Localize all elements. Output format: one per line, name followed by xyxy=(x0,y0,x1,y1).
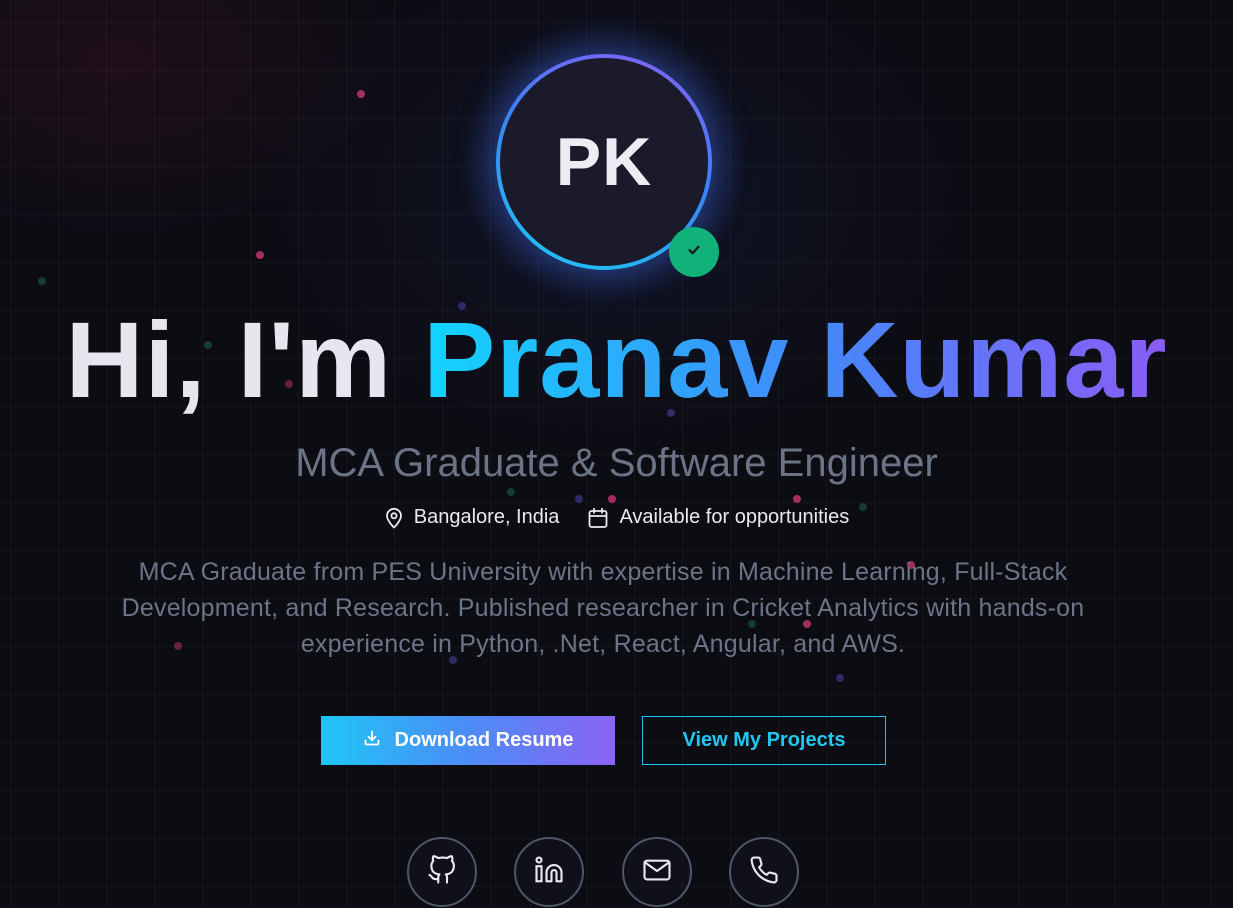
availability-text: Available for opportunities xyxy=(619,506,850,528)
particle-dot xyxy=(793,495,801,503)
verified-badge xyxy=(669,227,719,277)
check-icon xyxy=(687,243,701,262)
availability-info: Available for opportunities xyxy=(587,506,849,529)
phone-link[interactable] xyxy=(729,837,799,907)
hero-name: Pranav Kumar xyxy=(423,299,1168,420)
location-info: Bangalore, India xyxy=(384,506,560,529)
hero-bio: MCA Graduate from PES University with ex… xyxy=(121,558,1085,658)
linkedin-icon xyxy=(534,855,564,890)
hero-meta: Bangalore, India Available for opportuni… xyxy=(0,506,1233,529)
download-icon xyxy=(363,729,381,753)
calendar-icon xyxy=(587,507,609,529)
mail-icon xyxy=(642,855,672,890)
particle-dot xyxy=(507,488,515,496)
github-link[interactable] xyxy=(407,837,477,907)
particle-dot xyxy=(256,251,264,259)
hero-subtitle: MCA Graduate & Software Engineer xyxy=(295,441,938,485)
download-resume-button[interactable]: Download Resume xyxy=(321,716,615,765)
map-pin-icon xyxy=(384,507,404,529)
particle-dot xyxy=(357,90,365,98)
particle-dot xyxy=(575,495,583,503)
download-resume-label: Download Resume xyxy=(394,729,574,751)
hero-greeting: Hi, I'm xyxy=(65,299,393,420)
view-projects-button[interactable]: View My Projects xyxy=(642,716,886,765)
particle-dot xyxy=(38,277,46,285)
avatar-initials: PK xyxy=(555,124,653,200)
phone-icon xyxy=(749,855,779,890)
view-projects-label: View My Projects xyxy=(682,729,846,751)
location-text: Bangalore, India xyxy=(413,506,560,528)
hero-heading: Hi, I'm Pranav Kumar xyxy=(0,300,1233,420)
email-link[interactable] xyxy=(622,837,692,907)
particle-dot xyxy=(608,495,616,503)
portfolio-hero-page: PK Hi, I'm Pranav Kumar MCA Graduate & S… xyxy=(0,0,1233,908)
particle-dot xyxy=(836,674,844,682)
github-icon xyxy=(427,854,457,890)
linkedin-link[interactable] xyxy=(514,837,584,907)
